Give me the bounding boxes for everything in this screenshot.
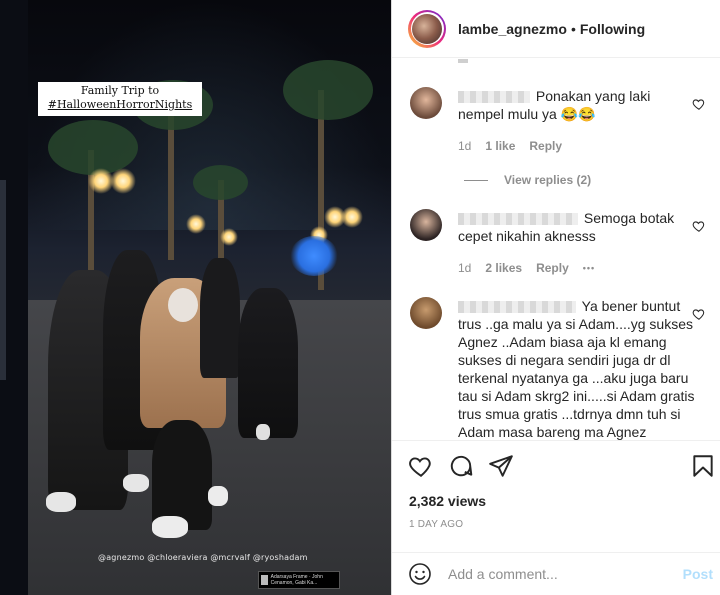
reply-button[interactable]: Reply xyxy=(536,261,569,275)
heart-icon[interactable] xyxy=(692,219,706,233)
sneaker xyxy=(46,492,76,512)
more-icon[interactable]: ••• xyxy=(583,263,595,273)
sneaker xyxy=(152,516,188,538)
comment-age: 1d xyxy=(458,139,472,153)
music-icon xyxy=(261,575,268,585)
view-replies-label[interactable]: View replies (2) xyxy=(504,173,591,187)
blurred-username xyxy=(458,213,578,226)
commenter-avatar[interactable] xyxy=(410,297,442,329)
sneaker xyxy=(256,424,270,440)
like-count[interactable]: 1 like xyxy=(485,139,515,153)
emoji-icon[interactable] xyxy=(408,562,432,586)
username-link[interactable]: lambe_agnezmo xyxy=(458,21,567,37)
comment-composer: Post xyxy=(392,552,720,595)
person-legs xyxy=(152,420,212,530)
share-icon[interactable] xyxy=(488,453,514,479)
video-mentions: @agnezmo @chloeraviera @mcrvalf @ryoshad… xyxy=(98,553,308,562)
caption-line-1: Family Trip to xyxy=(80,84,160,97)
comment-icon[interactable] xyxy=(448,453,474,479)
comment-age: 1d xyxy=(458,261,472,275)
like-count[interactable]: 2 likes xyxy=(485,261,522,275)
view-count[interactable]: 2,382 views xyxy=(409,493,486,509)
heart-icon[interactable] xyxy=(692,97,706,111)
palm-fronds xyxy=(48,120,138,175)
face-mask xyxy=(168,288,198,322)
comment-input[interactable] xyxy=(448,566,668,582)
heart-icon[interactable] xyxy=(408,453,434,479)
street-lamp xyxy=(220,228,238,246)
sneaker xyxy=(208,486,228,506)
comment-body: Ya bener buntut trus ..ga malu ya si Ada… xyxy=(458,297,698,440)
post-video[interactable]: Family Trip to #HalloweenHorrorNights @a… xyxy=(28,0,391,595)
left-background-strip xyxy=(0,0,28,595)
header-text: lambe_agnezmo • Following xyxy=(458,21,645,37)
street-lamp xyxy=(110,168,136,194)
avatar-frame xyxy=(410,12,444,45)
street-lamp xyxy=(186,214,206,234)
post-button[interactable]: Post xyxy=(683,566,713,582)
separator-dot: • xyxy=(570,20,576,37)
following-button[interactable]: Following xyxy=(580,21,645,37)
music-text: Adarsaya Frame · John Cenamon, Gabi Ka..… xyxy=(270,574,323,586)
person-silhouette xyxy=(200,258,240,378)
scrolled-remnant xyxy=(458,59,468,63)
heart-icon[interactable] xyxy=(692,307,706,321)
caption-line-2: #HalloweenHorrorNights xyxy=(47,98,193,111)
comment-meta: 1d 1 like Reply xyxy=(458,139,562,153)
comment-body: Semoga botak cepet nikahin aknesss xyxy=(458,209,698,245)
view-replies[interactable]: View replies (2) xyxy=(464,173,591,187)
street-lamp xyxy=(341,206,363,228)
replies-line xyxy=(464,179,488,181)
story-ring[interactable] xyxy=(408,9,446,48)
person-silhouette xyxy=(238,288,298,438)
commenter-avatar[interactable] xyxy=(410,87,442,119)
comment-meta: 1d 2 likes Reply ••• xyxy=(458,261,595,275)
reply-button[interactable]: Reply xyxy=(529,139,562,153)
sneaker xyxy=(123,474,149,492)
blurred-username xyxy=(458,91,530,104)
post-timestamp: 1 DAY AGO xyxy=(409,519,464,530)
post-actions xyxy=(392,440,720,488)
palm-fronds xyxy=(283,60,373,120)
comment-body: Ponakan yang laki nempel mulu ya 😂😂 xyxy=(458,87,698,123)
left-edge-shadow xyxy=(0,180,6,380)
commenter-avatar[interactable] xyxy=(410,209,442,241)
blurred-username xyxy=(458,301,576,314)
palm-fronds xyxy=(193,165,248,200)
post-side-panel: lambe_agnezmo • Following Ponakan yang l… xyxy=(391,0,720,595)
video-caption-sticker: Family Trip to #HalloweenHorrorNights xyxy=(38,82,202,116)
palm-trunk xyxy=(168,110,174,260)
comment-text: Ya bener buntut trus ..ga malu ya si Ada… xyxy=(458,298,695,440)
bookmark-icon[interactable] xyxy=(690,453,716,479)
post-header: lambe_agnezmo • Following xyxy=(392,0,720,58)
avatar xyxy=(412,13,442,44)
comments-list[interactable]: Ponakan yang laki nempel mulu ya 😂😂 1d 1… xyxy=(392,59,720,440)
blue-light xyxy=(290,236,338,276)
music-sticker: Adarsaya Frame · John Cenamon, Gabi Ka..… xyxy=(258,571,340,589)
